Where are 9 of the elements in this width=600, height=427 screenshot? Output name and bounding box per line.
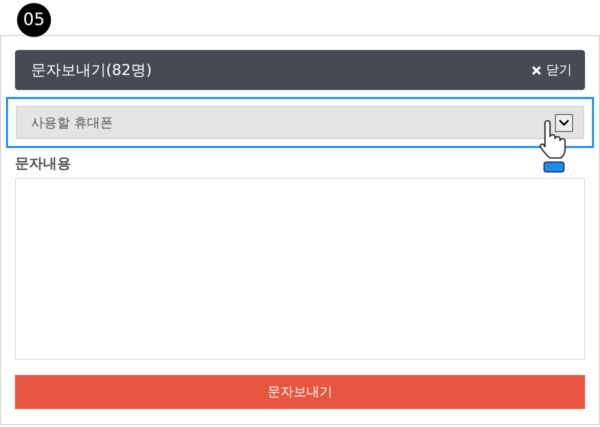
message-label: 문자내용 — [15, 155, 72, 173]
close-icon — [532, 66, 541, 74]
step-number: 05 — [17, 3, 51, 37]
caret-icon — [555, 114, 573, 132]
phone-select[interactable]: 사용할 휴대폰 — [16, 106, 584, 139]
message-field[interactable] — [15, 178, 585, 360]
close-button[interactable]: 닫기 — [532, 61, 572, 79]
send-button[interactable]: 문자보내기 — [15, 375, 585, 409]
dialog-title: 문자보내기(82명) — [31, 60, 152, 80]
